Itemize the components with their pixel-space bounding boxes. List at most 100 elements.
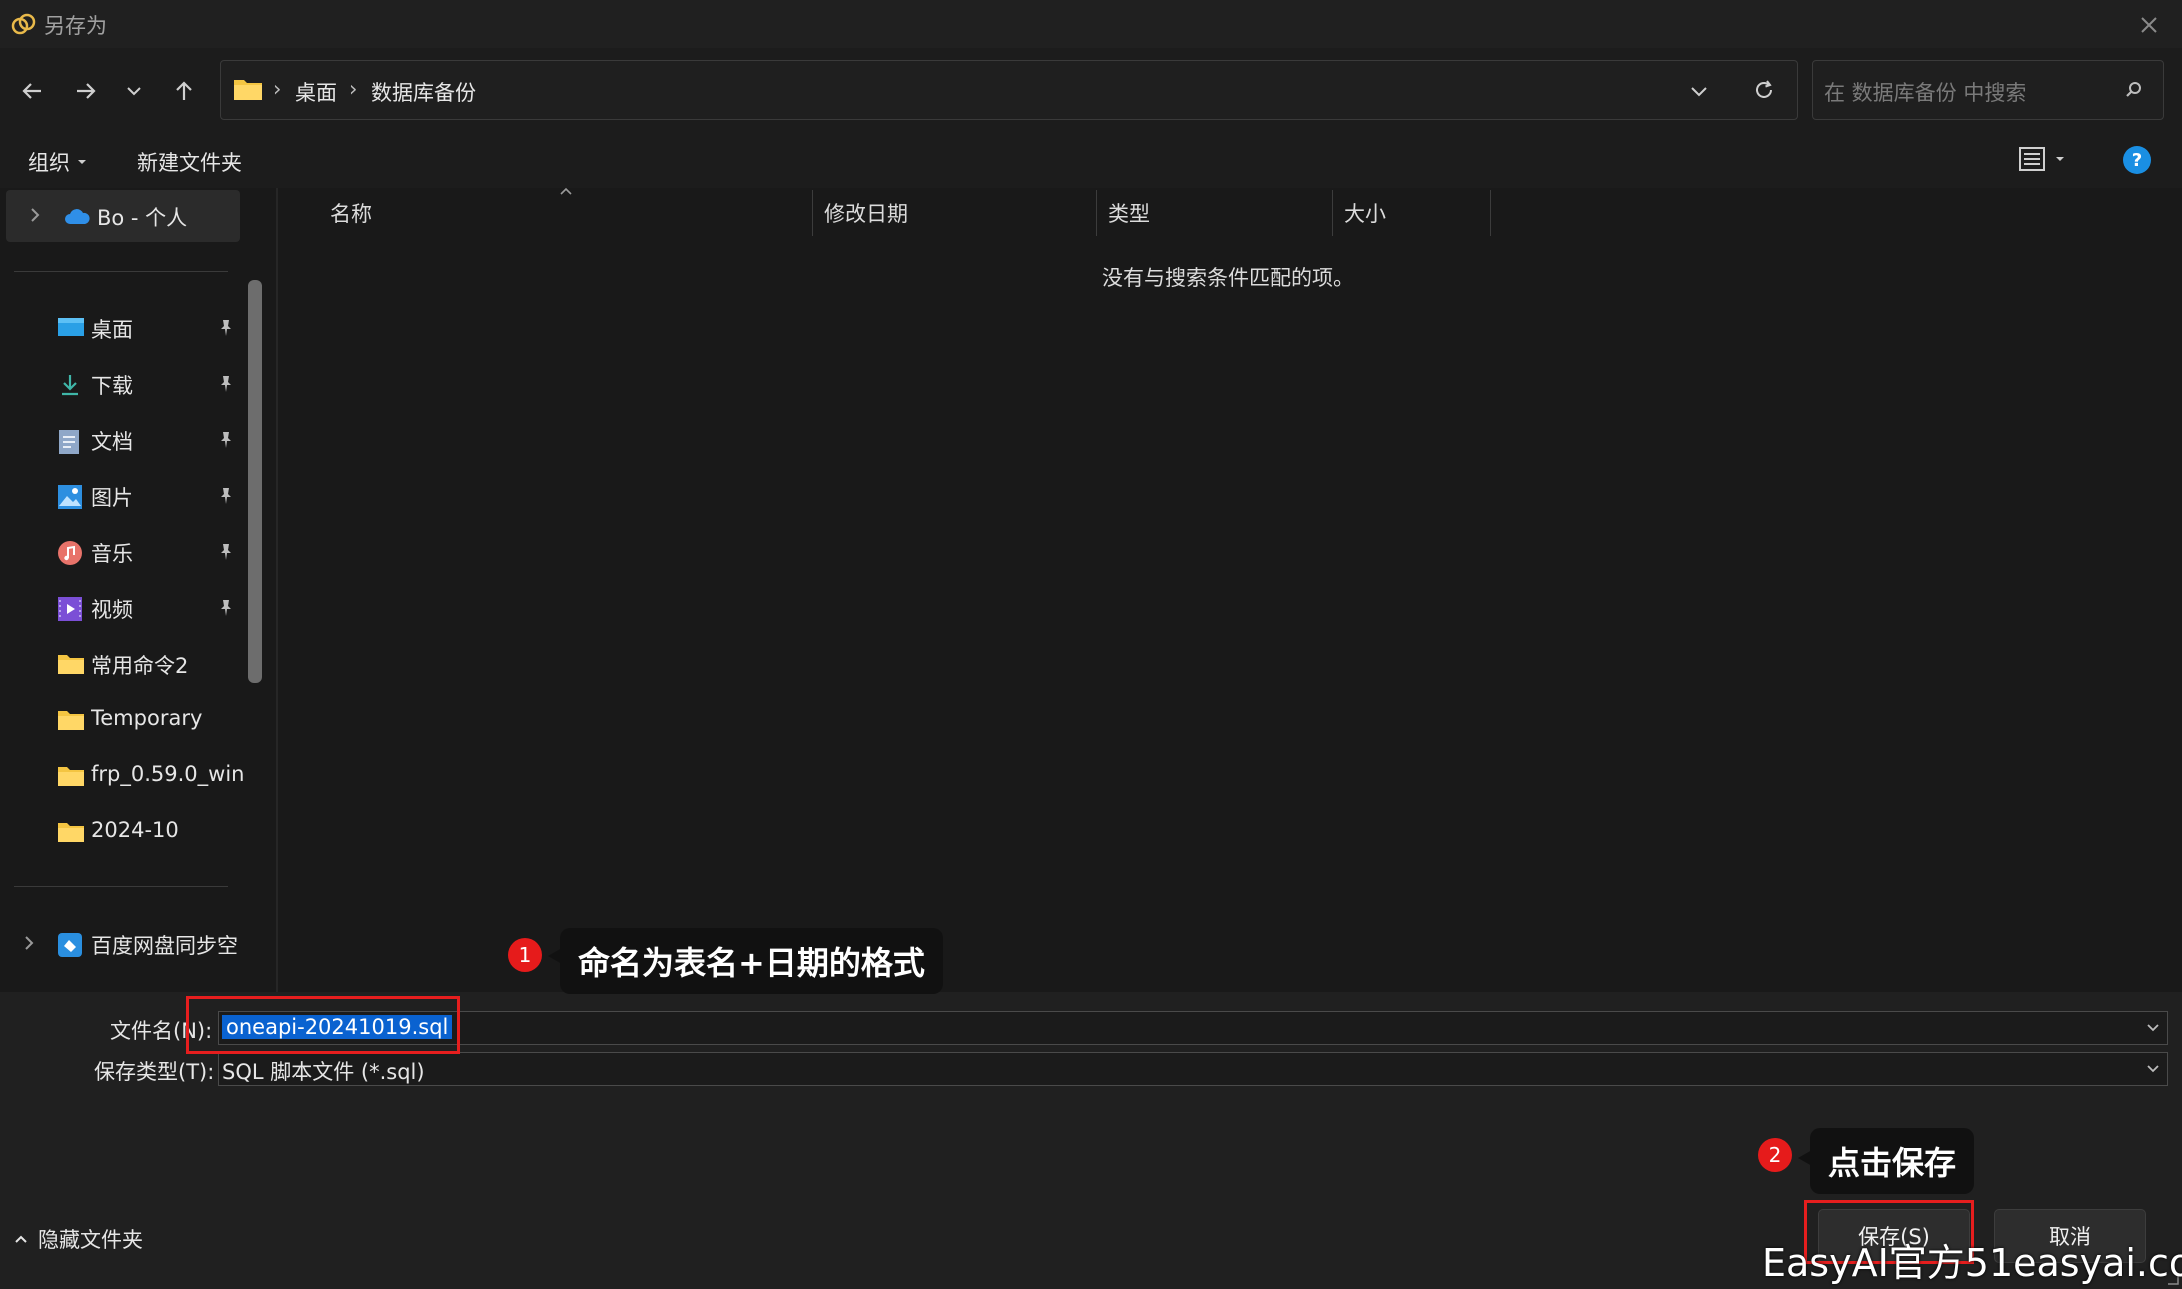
sidebar-item-documents[interactable]: 文档 [0, 414, 250, 466]
annotation-callout: 点击保存 [1810, 1128, 1975, 1194]
arrow-right-icon [77, 83, 96, 99]
folder-icon [57, 652, 84, 678]
file-list [276, 188, 2182, 992]
column-header-date-modified[interactable]: 修改日期 [824, 198, 908, 228]
organize-menu[interactable]: 组织 [28, 147, 88, 177]
sidebar-item-label: Temporary [91, 706, 203, 730]
hide-folders-toggle[interactable]: 隐藏文件夹 [12, 1224, 143, 1254]
sidebar-item-label: 2024-10 [91, 818, 179, 842]
organize-label: 组织 [28, 151, 70, 175]
music-icon [57, 540, 83, 566]
chevron-down-icon [127, 87, 141, 96]
sidebar-item-folder[interactable]: 常用命令2 [0, 638, 250, 690]
document-icon [57, 428, 83, 454]
sidebar-item-videos[interactable]: 视频 [0, 582, 250, 634]
sidebar-item-onedrive[interactable]: Bo - 个人 [6, 190, 240, 242]
sidebar-item-label: frp_0.59.0_wind [91, 762, 243, 786]
breadcrumb-separator: › [273, 77, 282, 101]
sidebar-item-folder[interactable]: Temporary [0, 694, 250, 746]
sidebar-item-music[interactable]: 音乐 [0, 526, 250, 578]
sidebar-item-downloads[interactable]: 下载 [0, 358, 250, 410]
folder-icon [57, 820, 84, 846]
forward-button[interactable] [66, 71, 106, 111]
column-divider[interactable] [1096, 190, 1097, 236]
new-folder-button[interactable]: 新建文件夹 [137, 147, 242, 177]
pictures-icon [57, 484, 83, 510]
folder-icon [57, 708, 84, 734]
sidebar-item-label: Bo - 个人 [97, 206, 188, 230]
folder-icon [233, 76, 263, 102]
annotation-badge: 2 [1758, 1138, 1792, 1172]
column-divider[interactable] [1490, 190, 1491, 236]
cloud-icon [63, 204, 90, 230]
refresh-button[interactable] [1751, 77, 1777, 103]
title-bar [0, 0, 2182, 48]
hide-folders-label: 隐藏文件夹 [38, 1228, 143, 1252]
details-view-icon [2019, 147, 2045, 171]
column-header-name[interactable]: 名称 [330, 198, 372, 228]
search-input[interactable]: 在 数据库备份 中搜索 [1824, 77, 2026, 107]
filetype-select[interactable] [218, 1052, 2168, 1086]
sidebar-item-folder[interactable]: frp_0.59.0_wind [0, 750, 250, 802]
video-icon [57, 596, 83, 622]
up-button[interactable] [164, 71, 204, 111]
expand-chevron-icon[interactable] [20, 934, 38, 952]
caret-down-icon [2056, 157, 2064, 161]
pane-splitter[interactable] [276, 188, 278, 992]
command-toolbar [0, 136, 2182, 188]
filetype-label: 保存类型(T): [94, 1060, 215, 1084]
recent-locations-button[interactable] [114, 71, 154, 111]
view-options-button[interactable] [2018, 145, 2066, 173]
pin-icon[interactable] [216, 542, 236, 562]
pin-icon[interactable] [216, 430, 236, 450]
annotation-callout: 命名为表名+日期的格式 [560, 928, 943, 994]
sidebar-item-pictures[interactable]: 图片 [0, 470, 250, 522]
back-button[interactable] [12, 71, 52, 111]
app-icon [10, 10, 38, 38]
address-history-dropdown[interactable] [1689, 81, 1709, 101]
pin-icon[interactable] [216, 318, 236, 338]
pin-icon[interactable] [216, 374, 236, 394]
refresh-icon [1756, 80, 1772, 98]
close-icon[interactable] [2136, 12, 2162, 38]
pin-icon[interactable] [216, 486, 236, 506]
pin-icon[interactable] [216, 598, 236, 618]
desktop-icon [57, 316, 84, 342]
column-divider[interactable] [812, 190, 813, 236]
annotation-badge: 1 [508, 938, 542, 972]
help-button[interactable]: ? [2122, 145, 2152, 175]
annotation-highlight-box [186, 996, 460, 1054]
empty-list-message: 没有与搜索条件匹配的项。 [1102, 266, 1354, 290]
column-header-type[interactable]: 类型 [1108, 198, 1150, 228]
address-bar[interactable]: › 桌面 › 数据库备份 [220, 60, 1798, 120]
download-icon [57, 372, 83, 398]
search-icon[interactable] [2124, 80, 2144, 100]
folder-icon [57, 764, 84, 790]
help-icon: ? [2123, 146, 2151, 174]
sidebar-item-label: 百度网盘同步空 [91, 934, 238, 958]
sidebar-item-folder[interactable]: 2024-10 [0, 806, 250, 858]
chevron-up-icon [15, 1235, 27, 1243]
sidebar-scrollbar[interactable] [248, 280, 262, 683]
watermark: EasyAI官方51easyai.com [1762, 1241, 2182, 1285]
sidebar-item-baidu-netdisk[interactable]: 百度网盘同步空 [0, 918, 250, 970]
chevron-down-icon [1691, 87, 1707, 97]
divider [14, 886, 228, 887]
filename-input[interactable] [218, 1011, 2168, 1045]
caret-down-icon [78, 160, 86, 164]
window-title: 另存为 [44, 14, 107, 38]
column-header-size[interactable]: 大小 [1344, 198, 1386, 228]
arrow-up-icon [176, 81, 192, 100]
sidebar-item-desktop[interactable]: 桌面 [0, 302, 250, 354]
expand-chevron-icon[interactable] [26, 206, 44, 224]
breadcrumb-separator: › [349, 77, 358, 101]
divider [14, 271, 228, 272]
chevron-down-icon[interactable] [2144, 1019, 2162, 1037]
arrow-left-icon [22, 83, 41, 99]
chevron-down-icon[interactable] [2144, 1060, 2162, 1078]
breadcrumb-item[interactable]: 桌面 [295, 77, 337, 107]
baidu-netdisk-icon [57, 932, 83, 958]
column-divider[interactable] [1332, 190, 1333, 236]
breadcrumb-item[interactable]: 数据库备份 [371, 77, 476, 107]
svg-text:?: ? [2132, 150, 2142, 171]
